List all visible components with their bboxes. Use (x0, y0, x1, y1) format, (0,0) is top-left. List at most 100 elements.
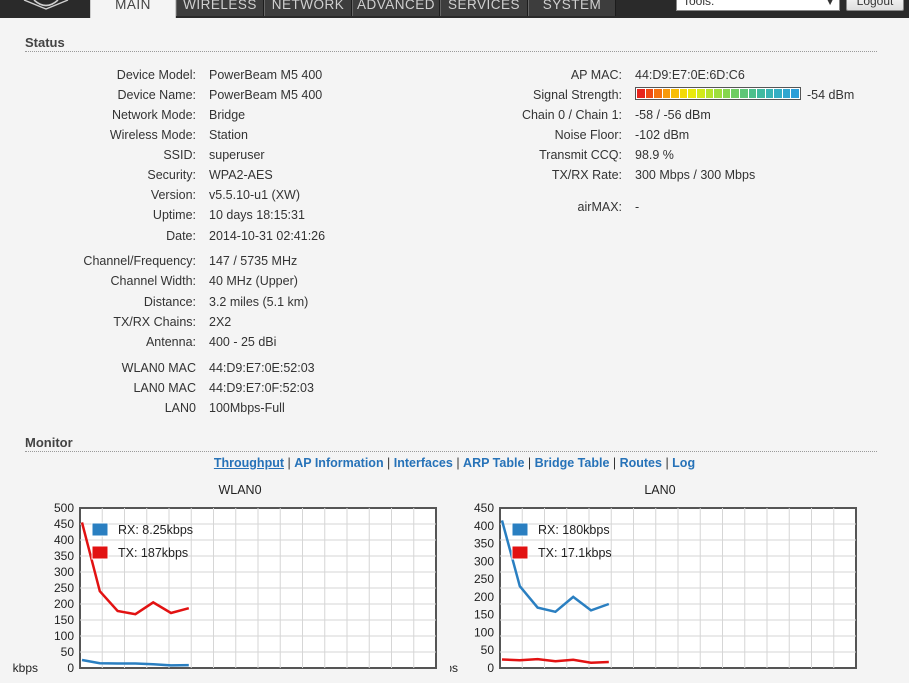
monitor-link-throughput[interactable]: Throughput (214, 456, 284, 470)
y-tick-label: 50 (61, 645, 75, 659)
ap-mac-value: 44:D9:E7:0E:6D:C6 (635, 68, 745, 82)
signal-segment (791, 89, 799, 98)
signal-segment (757, 89, 765, 98)
monitor-link-log[interactable]: Log (672, 456, 695, 470)
signal-strength-bar (635, 87, 801, 100)
uptime-label: Uptime: (152, 208, 196, 222)
device-name-value: PowerBeam M5 400 (209, 88, 323, 102)
tx-legend-label: TX: 17.1kbps (538, 546, 612, 560)
tx-legend-swatch (511, 545, 529, 560)
signal-segment (662, 89, 671, 98)
tab-network[interactable]: NETWORK (264, 0, 352, 16)
tab-wireless[interactable]: WIRELESS (176, 0, 264, 16)
signal-segment (654, 89, 662, 98)
monitor-link-interfaces[interactable]: Interfaces (394, 456, 453, 470)
lan0-mac-value: 44:D9:E7:0F:52:03 (209, 381, 314, 395)
y-tick-label: 350 (54, 549, 74, 563)
y-tick-label: 300 (54, 565, 74, 579)
network-mode-value: Bridge (209, 108, 246, 122)
tab-services[interactable]: SERVICES (440, 0, 528, 16)
y-tick-label: 300 (474, 554, 494, 568)
channel-frequency-value: 147 / 5735 MHz (209, 254, 298, 268)
tx-legend-label: TX: 187kbps (118, 546, 188, 560)
signal-segment (697, 89, 705, 98)
y-unit-label: kbps (13, 661, 38, 675)
ubiquiti-logo-icon (23, 0, 69, 10)
transmit-ccq-label: Transmit CCQ: (539, 148, 622, 162)
y-tick-label: 0 (487, 661, 494, 675)
device-model-label: Device Model: (116, 68, 196, 82)
y-tick-label: 200 (474, 590, 494, 604)
y-unit-label: kbps (450, 661, 458, 675)
y-tick-label: 250 (474, 572, 494, 586)
signal-segment (739, 89, 748, 98)
wlan0-mac-label: WLAN0 MAC (121, 361, 196, 375)
antenna-value: 400 - 25 dBi (209, 335, 277, 349)
signal-segment (782, 89, 791, 98)
y-tick-label: 250 (54, 581, 74, 595)
monitor-link-arp-table[interactable]: ARP Table (463, 456, 524, 470)
signal-strength-value: -54 dBm (807, 88, 855, 102)
uptime-value: 10 days 18:15:31 (209, 208, 305, 222)
tools-select[interactable]: Tools: ▼ (676, 0, 840, 11)
tab-advanced[interactable]: ADVANCED (352, 0, 440, 16)
status-section-title: Status (25, 35, 65, 50)
monitor-links: Throughput | AP Information | Interfaces… (0, 456, 909, 470)
noise-floor-label: Noise Floor: (554, 128, 622, 142)
rx-legend-label: RX: 180kbps (538, 523, 610, 537)
status-divider (25, 51, 877, 52)
tx-rx-chains-value: 2X2 (209, 315, 232, 329)
channel-width-label: Channel Width: (110, 274, 196, 288)
tx-rx-rate-label: TX/RX Rate: (551, 168, 622, 182)
distance-label: Distance: (143, 295, 196, 309)
y-tick-label: 450 (54, 517, 74, 531)
signal-segment (671, 89, 679, 98)
y-tick-label: 400 (54, 533, 74, 547)
monitor-link-bridge-table[interactable]: Bridge Table (535, 456, 610, 470)
lan0-throughput-chart: 0 50 100 150 200 250 300 350 400 450 kbps RX: 180kb… (450, 501, 857, 675)
tx-legend-swatch (91, 545, 109, 560)
chain-0-chain-1-value: -58 / -56 dBm (635, 108, 711, 122)
lan0-label: LAN0 (164, 401, 196, 415)
tab-system[interactable]: SYSTEM (528, 0, 616, 16)
logout-button[interactable]: Logout (846, 0, 904, 11)
ssid-value: superuser (209, 148, 265, 162)
monitor-link-routes[interactable]: Routes (620, 456, 662, 470)
rx-legend-label: RX: 8.25kbps (118, 523, 193, 537)
y-tick-label: 0 (67, 661, 74, 675)
link-separator: | (661, 456, 673, 470)
y-tick-label: 450 (474, 501, 494, 515)
y-tick-label: 100 (474, 625, 494, 639)
signal-segment (748, 89, 757, 98)
version-label: Version: (150, 188, 196, 202)
top-navigation-bar: MAIN WIRELESS NETWORK ADVANCED SERVICES … (0, 0, 909, 18)
airmax-label: airMAX: (577, 200, 622, 214)
link-separator: | (524, 456, 535, 470)
link-separator: | (452, 456, 464, 470)
ssid-label: SSID: (163, 148, 196, 162)
y-tick-label: 200 (54, 597, 74, 611)
y-tick-label: 350 (474, 537, 494, 551)
signal-segment (774, 89, 782, 98)
date-label: Date: (166, 229, 196, 243)
tx-rx-rate-value: 300 Mbps / 300 Mbps (635, 168, 756, 182)
y-tick-label: 500 (54, 501, 74, 515)
chevron-down-icon: ▼ (825, 0, 835, 8)
signal-segment (714, 89, 722, 98)
signal-segment (722, 89, 731, 98)
lan0-value: 100Mbps-Full (209, 401, 285, 415)
link-separator: | (609, 456, 620, 470)
chain-0-chain-1-label: Chain 0 / Chain 1: (521, 108, 622, 122)
wlan0-mac-value: 44:D9:E7:0E:52:03 (209, 361, 315, 375)
monitor-link-ap-information[interactable]: AP Information (294, 456, 383, 470)
tx-rx-chains-label: TX/RX Chains: (113, 315, 196, 329)
signal-strength-label: Signal Strength: (533, 88, 622, 102)
tab-main[interactable]: MAIN (90, 0, 176, 18)
wlan0-chart-title: WLAN0 (218, 483, 262, 497)
wlan0-throughput-chart: 0 50 100 150 200 250 300 350 400 450 500 kbps RX: 8.… (13, 501, 437, 675)
rx-legend-swatch (511, 522, 529, 537)
signal-segment (731, 89, 739, 98)
signal-segment (688, 89, 697, 98)
lan0-mac-label: LAN0 MAC (133, 381, 196, 395)
lan0-chart-title: LAN0 (644, 483, 676, 497)
